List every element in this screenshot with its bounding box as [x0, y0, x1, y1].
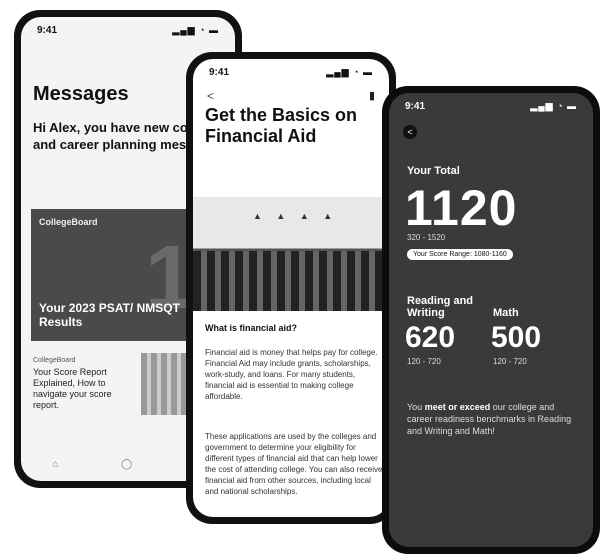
article-title: Get the Basics on Financial Aid: [205, 105, 358, 146]
math-range: 120 - 720: [493, 357, 527, 366]
article-paragraph-2: These applications are used by the colle…: [205, 432, 383, 496]
status-time: 9:41: [405, 101, 426, 112]
collegeboard-logo: CollegeBoard: [39, 217, 98, 227]
benchmark-message: You meet or exceed our college and caree…: [407, 402, 572, 436]
message-source: CollegeBoard: [33, 357, 76, 364]
message-item[interactable]: CollegeBoard Your Score Report Explained…: [33, 357, 133, 411]
status-time: 9:41: [37, 25, 58, 36]
score-screen: 9:41 ▂▄▆ ◔ ▬ < Your Total 1120 320 - 152…: [389, 93, 593, 547]
signal-wifi-battery-icon: ▂▄▆ ◔ ▬: [172, 25, 219, 35]
explore-tab-icon[interactable]: ◯: [121, 459, 132, 470]
message-text: Your Score Report Explained, How to navi…: [33, 367, 112, 410]
article-phone: 9:41 ▂▄▆ ◔ ▬ < ▮ Get the Basics on Finan…: [186, 52, 396, 524]
article-heading: What is financial aid?: [205, 323, 298, 333]
article-paragraph-1: Financial aid is money that helps pay fo…: [205, 348, 378, 401]
benchmark-emphasis: meet or exceed: [424, 402, 491, 412]
back-button[interactable]: <: [207, 89, 214, 103]
graduates-crowd: [193, 251, 389, 311]
score-phone: 9:41 ▂▄▆ ◔ ▬ < Your Total 1120 320 - 152…: [382, 86, 600, 554]
status-bar: 9:41 ▂▄▆ ◔ ▬: [37, 25, 219, 39]
signal-wifi-battery-icon: ▂▄▆ ◔ ▬: [326, 67, 373, 77]
rw-label: Reading and Writing: [407, 295, 474, 319]
status-bar: 9:41 ▂▄▆ ◔ ▬: [405, 101, 577, 115]
math-score: 500: [491, 321, 542, 354]
home-tab-icon[interactable]: ⌂: [52, 459, 58, 470]
total-range: 320 - 1520: [407, 233, 446, 242]
caps-in-air: ▲ ▲ ▲ ▲: [253, 211, 339, 221]
status-bar: 9:41 ▂▄▆ ◔ ▬: [209, 67, 373, 81]
graduation-photo: ▲ ▲ ▲ ▲: [193, 197, 389, 311]
rw-score: 620: [405, 321, 456, 354]
math-label: Math: [493, 307, 519, 319]
status-time: 9:41: [209, 67, 230, 78]
total-label: Your Total: [407, 165, 460, 177]
bookmark-icon[interactable]: ▮: [369, 89, 375, 102]
score-range-pill[interactable]: Your Score Range: 1080-1160: [407, 249, 513, 260]
signal-wifi-battery-icon: ▂▄▆ ◔ ▬: [530, 101, 577, 111]
article-screen: 9:41 ▂▄▆ ◔ ▬ < ▮ Get the Basics on Finan…: [193, 59, 389, 517]
rw-range: 120 - 720: [407, 357, 441, 366]
card-title: Your 2023 PSAT/ NMSQT Results: [39, 301, 180, 329]
back-button[interactable]: <: [403, 125, 417, 139]
page-title: Messages: [33, 83, 129, 105]
total-score: 1120: [405, 180, 518, 236]
